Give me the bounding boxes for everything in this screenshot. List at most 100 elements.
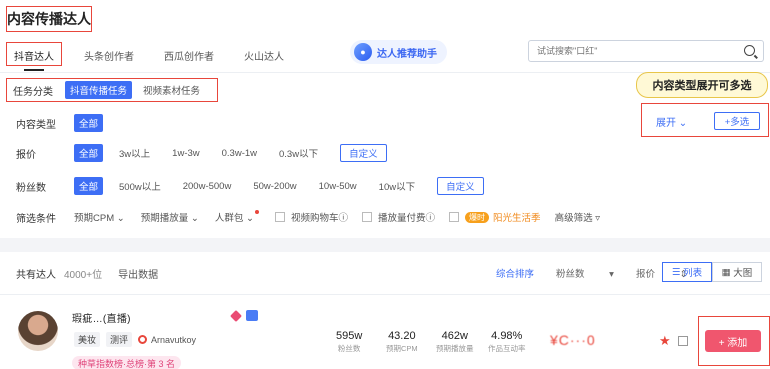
compare-icon[interactable] (678, 336, 688, 346)
sort-overall[interactable]: 综合排序 (496, 266, 534, 280)
sort-price-label: 报价 (635, 269, 655, 280)
hot-badge: 爆时 (465, 211, 490, 223)
price-custom-button[interactable]: 自定义 (340, 144, 387, 162)
sort-fans-label: 粉丝数 (556, 269, 585, 280)
paid-plays-label: 播放量付费 (378, 213, 426, 224)
checkbox-icon (449, 212, 460, 222)
search-box (528, 40, 764, 62)
list-view-label: 列表 (683, 268, 703, 279)
price-value: ¥C···0 (550, 332, 596, 348)
paid-plays-checkbox[interactable]: 播放量付费 ⓘ (362, 210, 435, 224)
search-icon[interactable] (744, 45, 755, 56)
total-count: 4000+位 (64, 270, 103, 281)
price-option[interactable]: 全部 (74, 144, 104, 162)
divider (0, 294, 770, 295)
fans-option[interactable]: 10w以下 (379, 179, 415, 193)
price-row: 报价 全部 3w以上 1w-3w 0.3w-1w 0.3w以下 自定义 (16, 144, 387, 162)
plays-label: 预期播放量 (140, 213, 189, 224)
fans-option[interactable]: 全部 (74, 177, 104, 195)
tab-toutiao[interactable]: 头条创作者 (84, 48, 134, 63)
tag: 美妆 (74, 332, 101, 347)
platform-tabs: 抖音达人 头条创作者 西瓜创作者 火山达人 (8, 44, 314, 66)
fans-option[interactable]: 500w以上 (119, 179, 161, 193)
shopping-cart-checkbox[interactable]: 视频购物车 ⓘ (274, 210, 348, 224)
sort-fans[interactable]: 粉丝数 ▾ (556, 266, 614, 280)
checkbox-icon (274, 212, 285, 222)
shopping-cart-label: 视频购物车 (290, 213, 339, 224)
metric-fans: 595w 粉丝数 (336, 330, 362, 354)
results-summary: 共有达人 4000+位 导出数据 (16, 266, 158, 281)
conditions-row: 筛选条件 预期CPM ⌄ 预期播放量 ⌄ 人群包 ⌄ 视频购物车 ⓘ 播放量付费… (16, 208, 616, 226)
verified-badge-icon (246, 310, 258, 321)
rank-badge: 种草指数榜·总榜·第 3 名 (72, 356, 182, 369)
tab-xigua[interactable]: 西瓜创作者 (164, 48, 214, 63)
grid-view-button[interactable]: ▦ 大图 (712, 262, 762, 282)
tab-underline (24, 69, 44, 71)
sunshine-label: 阳光生活季 (493, 213, 541, 224)
recommend-assistant-button[interactable]: ● 达人推荐助手 (350, 40, 447, 64)
grid-view-label: 大图 (733, 268, 753, 279)
add-button[interactable]: + 添加 (705, 330, 761, 352)
view-toggle: ☰ 列表 ▦ 大图 (662, 262, 762, 282)
task-label: 任务分类 (13, 86, 53, 98)
price-option[interactable]: 1w-3w (172, 148, 199, 159)
creator-tags: 美妆 测评 Arnavutkoy (74, 332, 196, 347)
tab-douyin[interactable]: 抖音达人 (14, 48, 54, 63)
metric-value: 595w (336, 330, 363, 342)
new-dot-icon (254, 210, 259, 214)
fans-row: 粉丝数 全部 500w以上 200w-500w 50w-200w 10w-50w… (16, 177, 484, 195)
list-view-button[interactable]: ☰ 列表 (662, 262, 712, 282)
cpm-label: 预期CPM (74, 213, 115, 224)
metric-label: 预期播放量 (436, 344, 474, 353)
diamond-badge-icon (230, 310, 242, 322)
price-option[interactable]: 0.3w-1w (222, 148, 257, 159)
metric-cpm: 43.20 预期CPM (386, 330, 418, 354)
metric-engagement: 4.98% 作品互动率 (488, 330, 526, 354)
tab-huoshan[interactable]: 火山达人 (244, 48, 284, 63)
plays-dropdown[interactable]: 预期播放量 ⌄ (141, 210, 199, 224)
audience-dropdown[interactable]: 人群包 ⌄ (215, 210, 259, 224)
handle-icon (138, 335, 148, 344)
export-button[interactable]: 导出数据 (118, 266, 158, 281)
fans-label: 粉丝数 (16, 182, 46, 194)
audience-label: 人群包 (214, 213, 244, 224)
search-input[interactable] (537, 46, 737, 56)
content-type-row: 内容类型 全部 (16, 114, 119, 132)
cpm-dropdown[interactable]: 预期CPM ⌄ (74, 210, 125, 224)
conditions-label: 筛选条件 (16, 213, 56, 225)
metric-label: 粉丝数 (337, 344, 361, 353)
star-icon[interactable]: ★ (659, 333, 671, 349)
handle-text: Arnavutkoy (151, 334, 197, 345)
metric-label: 预期CPM (386, 344, 418, 353)
task-douyin[interactable]: 抖音传播任务 (65, 81, 133, 99)
expand-button[interactable]: 展开 ⌄ (656, 114, 687, 129)
checkbox-icon (362, 212, 373, 222)
metric-label: 作品互动率 (488, 344, 526, 353)
section-separator (0, 238, 770, 252)
content-type-all[interactable]: 全部 (74, 114, 104, 132)
multi-select-button[interactable]: +多选 (714, 112, 760, 130)
fans-option[interactable]: 200w-500w (183, 181, 232, 192)
sunshine-checkbox[interactable]: 爆时 阳光生活季 (449, 210, 541, 224)
fans-custom-button[interactable]: 自定义 (437, 177, 484, 195)
content-type-label: 内容类型 (16, 119, 56, 131)
creator-name[interactable]: 瑕疵…(直播) (72, 310, 131, 325)
avatar[interactable] (18, 311, 58, 351)
task-video-material[interactable]: 视频素材任务 (138, 81, 205, 99)
advanced-label: 高级筛选 (554, 213, 593, 224)
metric-value: 4.98% (491, 330, 523, 342)
task-category-row: 任务分类 抖音传播任务 视频素材任务 (6, 78, 218, 102)
total-label: 共有达人 (16, 270, 56, 281)
price-option[interactable]: 0.3w以下 (279, 146, 318, 160)
advanced-filter-button[interactable]: 高级筛选 ▿ (555, 210, 600, 224)
fans-option[interactable]: 50w-200w (253, 181, 296, 192)
tag: 测评 (106, 332, 133, 347)
assistant-icon: ● (354, 43, 372, 61)
fans-option[interactable]: 10w-50w (319, 181, 357, 192)
expand-label: 展开 (656, 118, 676, 129)
price-option[interactable]: 3w以上 (119, 146, 150, 160)
assistant-label: 达人推荐助手 (377, 48, 437, 60)
metric-value: 43.20 (388, 330, 416, 342)
metric-plays: 462w 预期播放量 (436, 330, 474, 354)
annotation-callout: 内容类型展开可多选 (636, 72, 768, 98)
